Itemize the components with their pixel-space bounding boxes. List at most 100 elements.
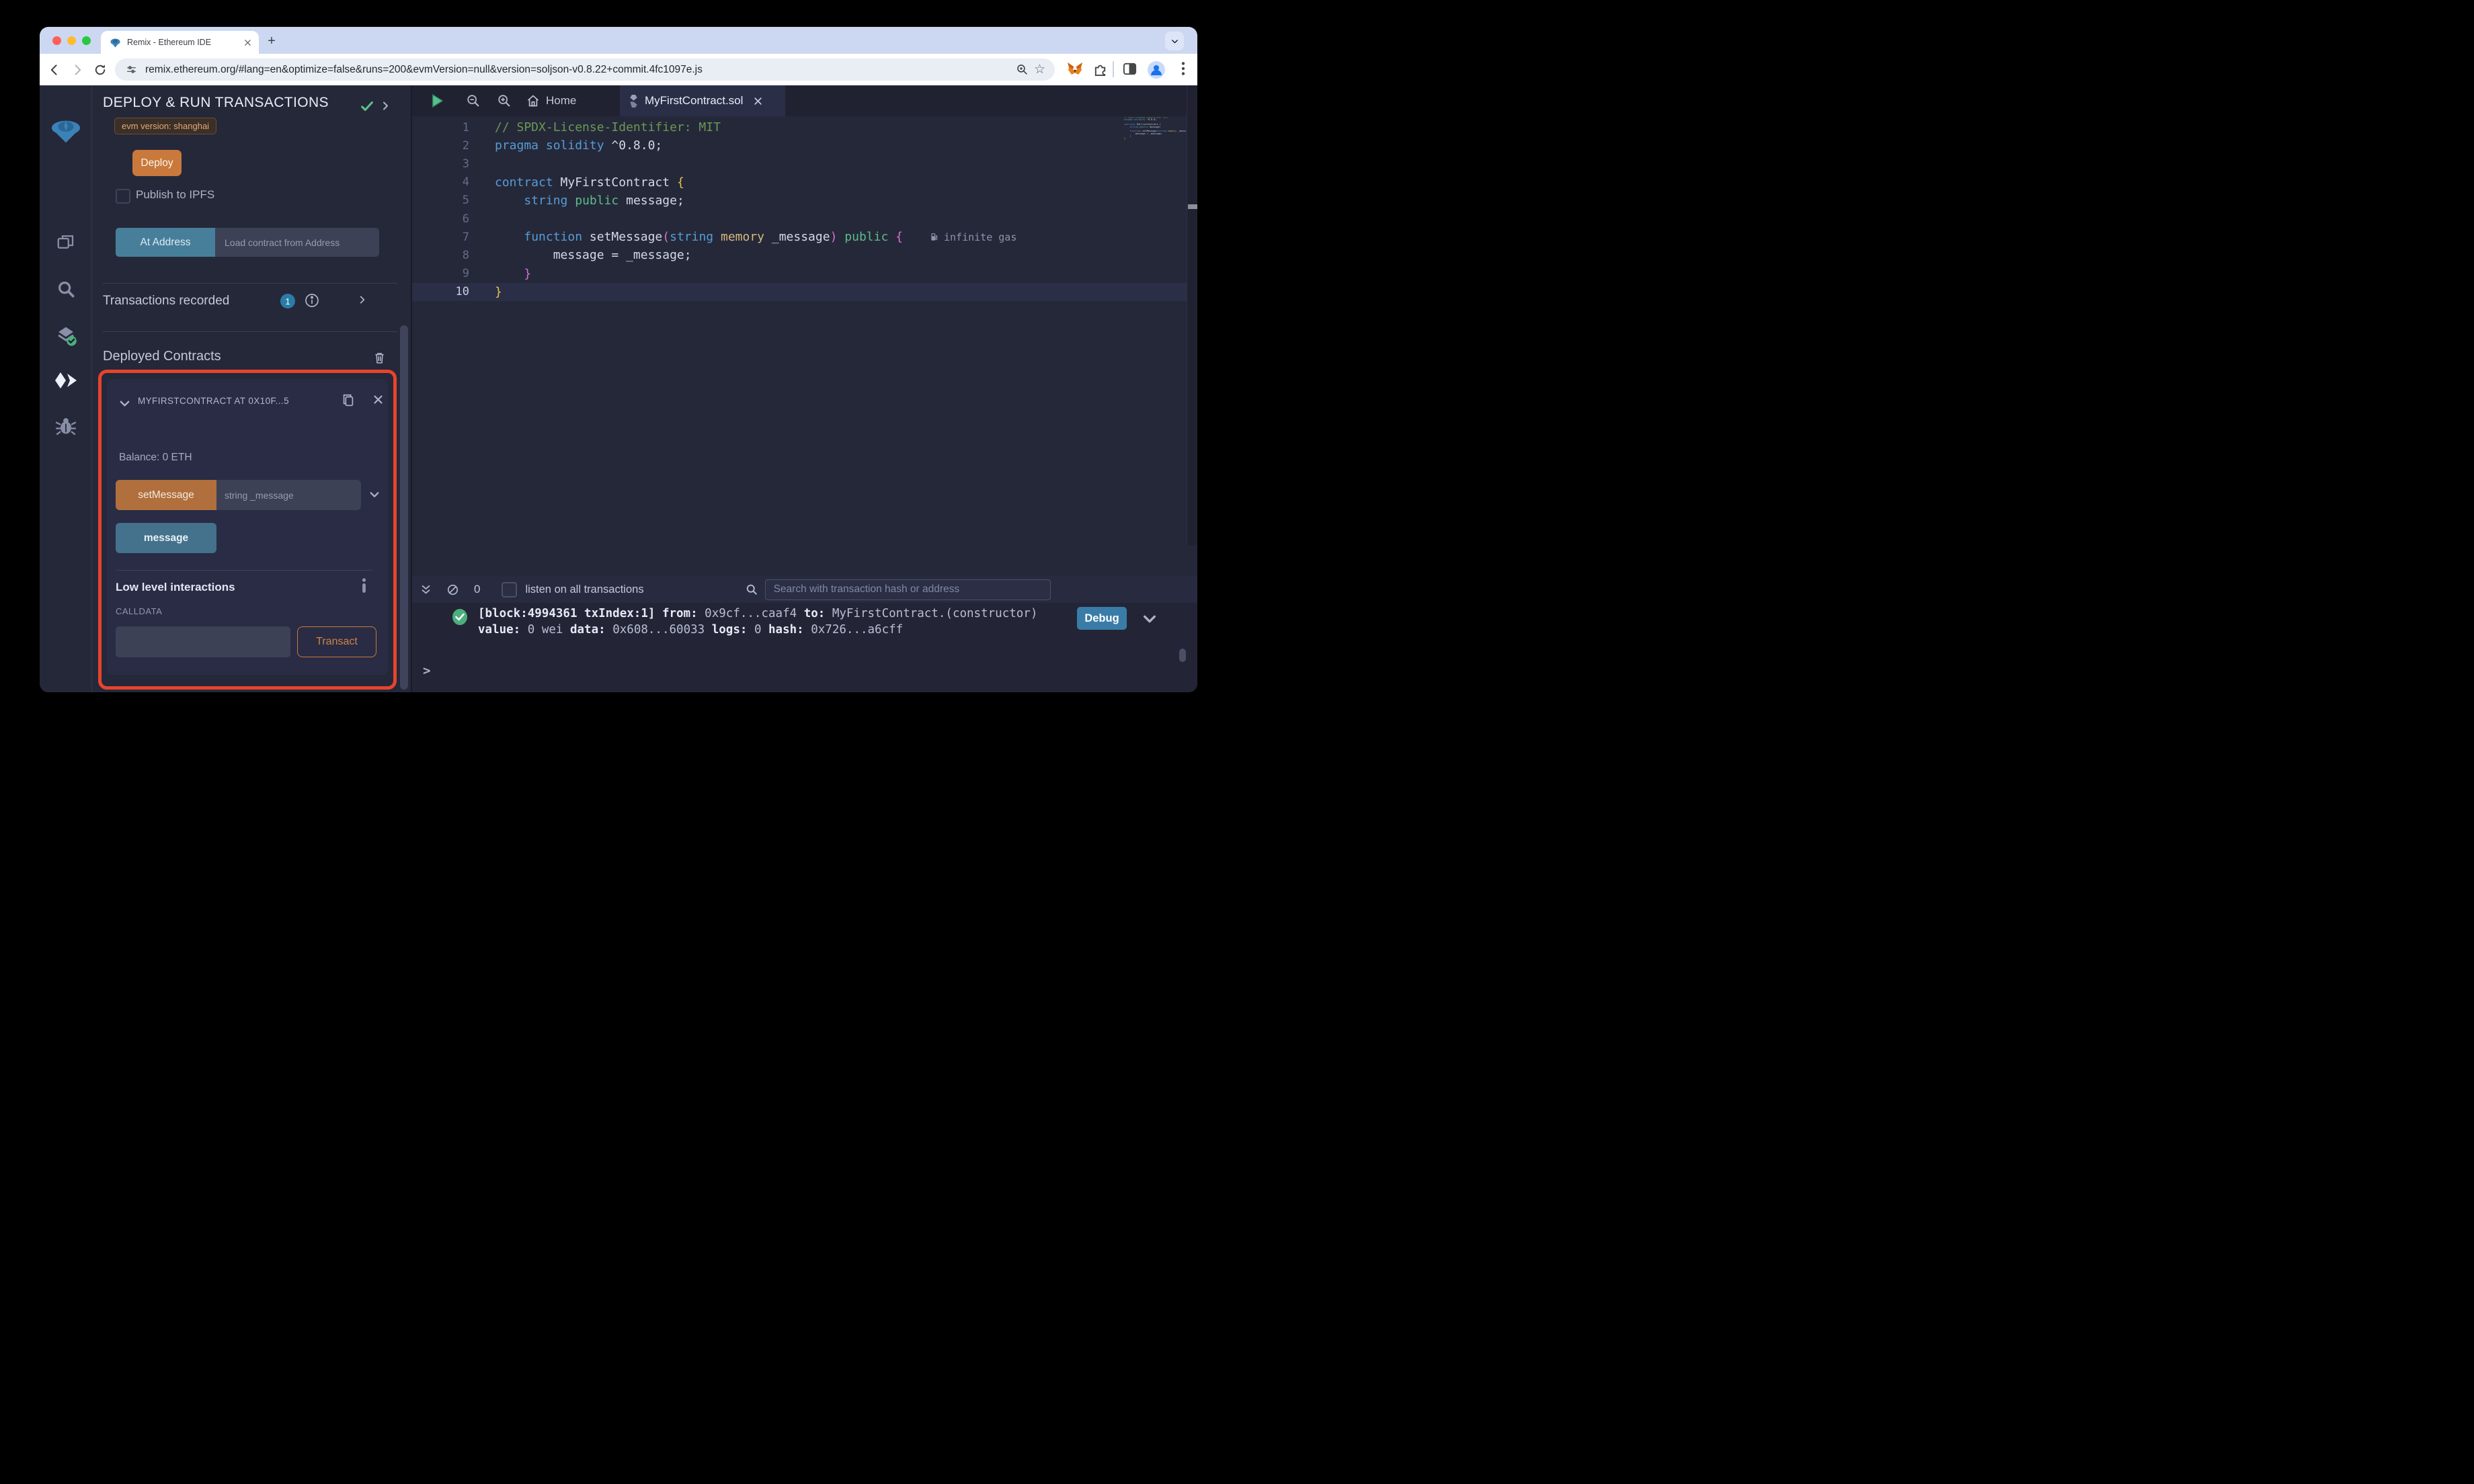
clear-contracts-trash-icon[interactable] — [372, 350, 387, 365]
remove-contract-icon[interactable] — [373, 395, 383, 405]
deploy-run-panel: DEPLOY & RUN TRANSACTIONS evm version: s… — [91, 85, 411, 692]
editor-scrollbar-thumb[interactable] — [1188, 204, 1197, 209]
deploy-button[interactable]: Deploy — [132, 150, 182, 176]
menu-dots-icon[interactable] — [1176, 60, 1191, 77]
line-number: 8 — [462, 248, 469, 262]
terminal-prompt[interactable]: > — [423, 663, 430, 678]
code-line[interactable]: 4 contract MyFirstContract { — [412, 173, 1187, 192]
code-line[interactable]: 5 string public message; — [412, 192, 1187, 210]
metamask-icon[interactable] — [1067, 61, 1083, 77]
deploy-run-icon[interactable] — [40, 371, 91, 390]
section-divider — [103, 283, 397, 284]
site-info-icon[interactable] — [126, 64, 137, 75]
code-line[interactable]: 6 — [412, 210, 1187, 228]
code-line[interactable]: 8 message = _message; — [412, 246, 1187, 264]
message-getter-button[interactable]: message — [116, 523, 216, 553]
gas-estimate: infinite gas — [930, 231, 1016, 243]
tab-close-icon[interactable] — [244, 39, 251, 46]
panel-title: DEPLOY & RUN TRANSACTIONS — [103, 95, 329, 110]
new-tab-button[interactable]: + — [263, 32, 280, 50]
panel-expand-icon[interactable] — [381, 101, 391, 111]
tab-file-label: MyFirstContract.sol — [645, 94, 744, 107]
clear-console-icon[interactable] — [446, 583, 459, 596]
side-panel-scrollbar[interactable] — [400, 325, 408, 690]
tx-expand-icon[interactable] — [358, 295, 367, 304]
remix-logo[interactable] — [40, 118, 91, 145]
zoom-in-icon[interactable] — [497, 93, 512, 108]
code-line[interactable]: 9 } — [412, 265, 1187, 283]
code-line[interactable]: 1// SPDX-License-Identifier: MIT — [412, 118, 1187, 136]
panel-check-icon — [360, 99, 374, 114]
url-text[interactable]: remix.ethereum.org/#lang=en&optimize=fal… — [145, 64, 1016, 76]
house-icon — [526, 94, 540, 108]
profile-avatar[interactable] — [1148, 61, 1165, 79]
listen-label: listen on all transactions — [525, 583, 644, 595]
log-lines: [block:4994361 txIndex:1] from: 0x9cf...… — [478, 606, 1037, 638]
at-address-input[interactable] — [215, 228, 379, 257]
contract-collapse-chevron[interactable] — [119, 398, 130, 409]
copy-address-icon[interactable] — [341, 393, 356, 409]
publish-ipfs-checkbox[interactable] — [116, 189, 130, 204]
bookmark-star-icon[interactable]: ☆ — [1034, 63, 1045, 76]
tab-file-close-icon[interactable] — [754, 97, 762, 106]
traffic-minimize-button[interactable] — [67, 36, 76, 45]
plugin-icon-strip — [40, 85, 92, 692]
forward-button[interactable] — [69, 62, 85, 78]
setmessage-button[interactable]: setMessage — [116, 480, 216, 510]
side-panel-icon[interactable] — [1122, 61, 1138, 77]
debug-button[interactable]: Debug — [1077, 607, 1127, 630]
file-explorer-icon[interactable] — [40, 232, 91, 252]
extensions-icon[interactable] — [1092, 61, 1108, 77]
low-level-info-icon[interactable] — [361, 578, 367, 593]
tab-file-active[interactable]: MyFirstContract.sol — [620, 85, 785, 116]
back-button[interactable] — [46, 62, 63, 78]
browser-toolbar: remix.ethereum.org/#lang=en&optimize=fal… — [40, 54, 1197, 85]
terminal-search-icon — [745, 583, 758, 596]
solidity-icon — [629, 94, 638, 108]
line-number: 9 — [462, 267, 469, 281]
search-icon[interactable] — [40, 279, 91, 299]
at-address-button[interactable]: At Address — [116, 228, 215, 257]
debugger-icon[interactable] — [40, 416, 91, 436]
zoom-out-icon[interactable] — [466, 93, 481, 108]
solidity-compiler-icon[interactable] — [40, 325, 91, 347]
contract-address-label[interactable]: MYFIRSTCONTRACT AT 0X10F...5 — [138, 396, 333, 406]
zoom-icon[interactable] — [1016, 63, 1029, 76]
tab-home-label: Home — [546, 94, 577, 107]
editor-tabbar: Home MyFirstContract.sol — [412, 85, 1197, 116]
run-script-button[interactable] — [430, 93, 444, 108]
remix-app: DEPLOY & RUN TRANSACTIONS evm version: s… — [40, 85, 1197, 692]
line-number: 5 — [462, 194, 469, 208]
calldata-input[interactable] — [116, 626, 290, 657]
collapse-terminal-icon[interactable] — [420, 584, 432, 595]
tx-recorded-count-badge: 1 — [280, 294, 295, 308]
tab-search-button[interactable] — [1165, 32, 1184, 50]
code-line[interactable]: 10} — [412, 282, 1187, 301]
minimap[interactable]: // SPDX-License-Identifier: MIT pragma so… — [1124, 117, 1186, 160]
log-entry[interactable]: [block:4994361 txIndex:1] from: 0x9cf...… — [451, 606, 1037, 638]
expand-log-chevron[interactable] — [1142, 612, 1157, 626]
listen-checkbox[interactable] — [502, 581, 518, 597]
tab-home[interactable]: Home — [518, 85, 584, 116]
terminal: 0 listen on all transactions [block:4994… — [412, 576, 1197, 692]
line-number: 10 — [455, 285, 469, 299]
expand-args-chevron[interactable] — [369, 489, 380, 500]
transact-button[interactable]: Transact — [297, 626, 376, 657]
code-line[interactable]: 3 — [412, 155, 1187, 173]
reload-button[interactable] — [92, 62, 108, 78]
remix-favicon — [110, 37, 121, 48]
terminal-search-input[interactable] — [764, 579, 1051, 600]
info-icon[interactable] — [304, 292, 320, 308]
url-bar[interactable]: remix.ethereum.org/#lang=en&optimize=fal… — [115, 58, 1055, 81]
editor-terminal-area: Home MyFirstContract.sol 1// SPDX-Licens… — [411, 85, 1197, 692]
setmessage-arg-input[interactable] — [216, 480, 361, 510]
terminal-scrollbar[interactable] — [1179, 649, 1186, 662]
editor-scrollbar-track[interactable] — [1187, 85, 1197, 545]
traffic-close-button[interactable] — [52, 36, 61, 45]
traffic-zoom-button[interactable] — [82, 36, 91, 45]
code-editor[interactable]: 1// SPDX-License-Identifier: MIT 2 pragma … — [412, 116, 1187, 576]
code-line[interactable]: 7 function setMessage(string memory _mes… — [412, 228, 1187, 246]
code-line[interactable]: 2 pragma solidity ^0.8.0; — [412, 136, 1187, 155]
log-line: value: 0 wei data: 0x608...60033 logs: 0… — [478, 623, 904, 636]
browser-tab[interactable]: Remix - Ethereum IDE — [101, 31, 259, 54]
